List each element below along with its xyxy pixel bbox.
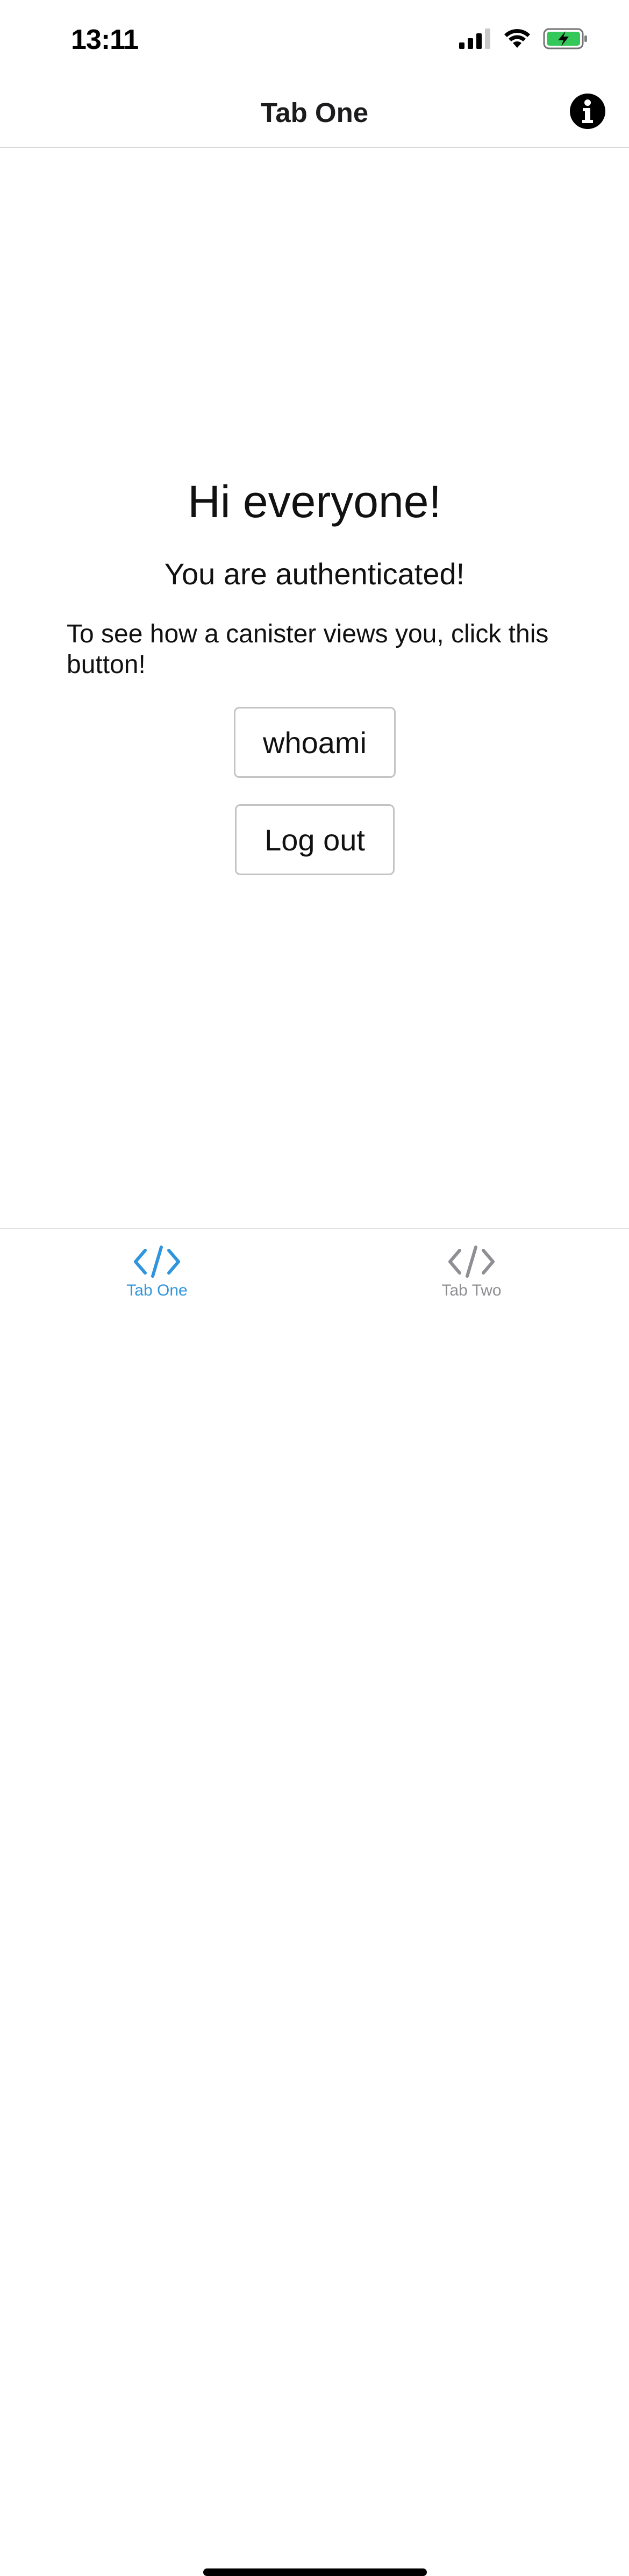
tab-two[interactable]: Tab Two (391, 1245, 552, 1315)
instruction-text: To see how a canister views you, click t… (67, 620, 549, 679)
tab-one[interactable]: Tab One (76, 1245, 238, 1315)
tab-two-label: Tab Two (441, 1282, 502, 1299)
whoami-button[interactable]: whoami (234, 707, 396, 778)
nav-header: Tab One (0, 81, 629, 148)
info-button[interactable] (570, 94, 605, 129)
signal-icon (459, 28, 490, 49)
home-indicator[interactable] (203, 2568, 427, 2576)
wifi-icon (504, 29, 530, 48)
status-time: 13:11 (71, 24, 139, 55)
logout-button[interactable]: Log out (235, 804, 395, 875)
code-icon (134, 1246, 180, 1278)
tab-bar: Tab One Tab Two (0, 1228, 629, 2576)
status-bar: 13:11 (0, 0, 629, 81)
battery-charging-icon (543, 28, 587, 49)
auth-status-text: You are authenticated! (164, 557, 465, 591)
page-title: Tab One (260, 97, 369, 128)
status-icons (459, 28, 588, 49)
code-icon (448, 1246, 495, 1278)
info-icon (582, 99, 593, 123)
tab-one-label: Tab One (126, 1282, 188, 1299)
main-content: Hi everyone! You are authenticated! To s… (0, 148, 629, 1228)
greeting-heading: Hi everyone! (188, 476, 441, 527)
